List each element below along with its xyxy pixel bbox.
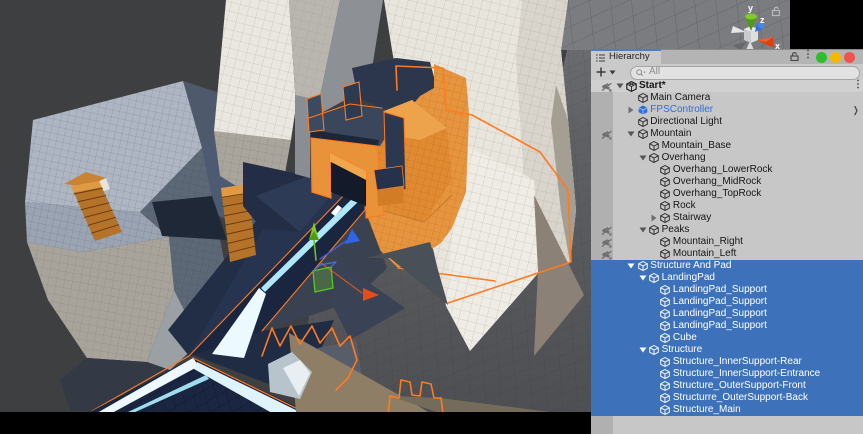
svg-text:y: y — [748, 3, 753, 13]
svg-text:z: z — [760, 15, 765, 25]
